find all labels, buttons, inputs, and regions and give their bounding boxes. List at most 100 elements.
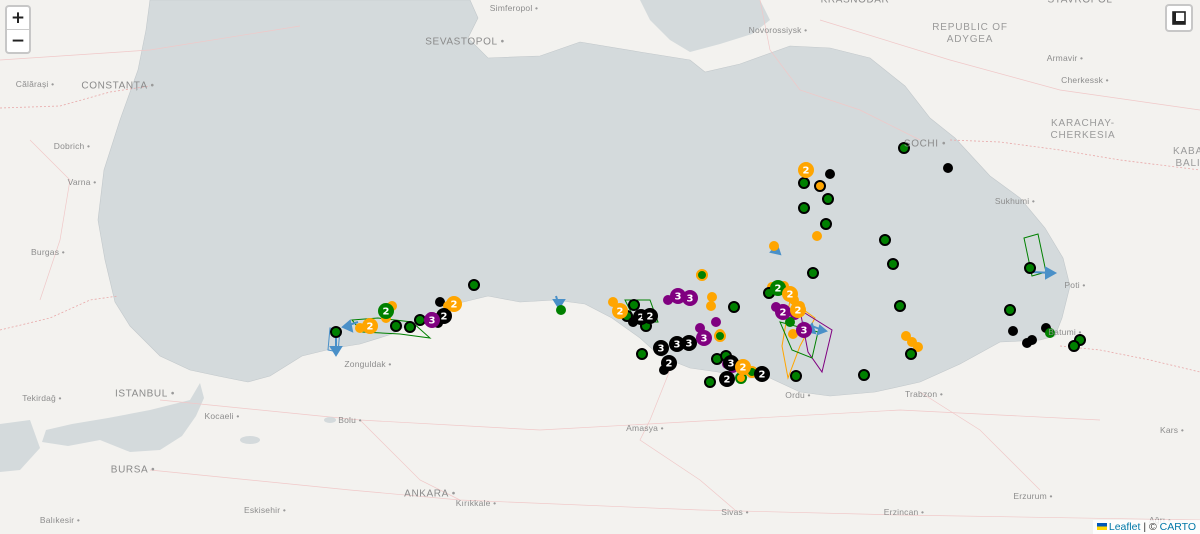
vessel-marker[interactable] <box>790 370 802 382</box>
map-container[interactable]: 2223223333322322222322232 Simferopol SEVA… <box>0 0 1200 534</box>
place-label: Călărași <box>16 79 55 89</box>
vessel-marker[interactable] <box>1068 340 1080 352</box>
cluster-count: 2 <box>383 307 390 318</box>
cluster-count: 3 <box>658 344 665 355</box>
vessel-marker[interactable] <box>905 348 917 360</box>
cluster-count: 2 <box>367 322 374 333</box>
cluster-marker[interactable]: 2 <box>378 303 394 319</box>
cluster-marker[interactable]: 2 <box>775 304 791 320</box>
place-label: Dobrich <box>54 141 90 151</box>
zoom-control: + − <box>5 5 31 54</box>
cluster-marker[interactable]: 3 <box>424 312 440 328</box>
place-label: CONSTANȚA <box>81 81 154 92</box>
vessel-marker[interactable] <box>858 369 870 381</box>
vessel-marker[interactable] <box>468 279 480 291</box>
place-label: Tekirdağ <box>22 393 61 403</box>
place-label: STAVROPOL <box>1047 0 1113 6</box>
ukraine-flag-icon <box>1096 523 1107 530</box>
cluster-marker[interactable]: 2 <box>735 359 751 375</box>
zoom-in-button[interactable]: + <box>7 7 29 29</box>
place-label: Kırıkkale <box>456 498 497 508</box>
lake-1 <box>240 436 260 444</box>
cluster-marker[interactable]: 3 <box>681 335 697 351</box>
vessel-marker[interactable] <box>769 241 779 251</box>
place-label: Simferopol <box>490 3 538 13</box>
place-label: SOCHI <box>904 139 946 150</box>
cluster-marker[interactable]: 2 <box>754 366 770 382</box>
vessel-marker[interactable] <box>1008 326 1018 336</box>
vessel-marker[interactable] <box>556 305 566 315</box>
place-label: Burgas <box>31 247 65 257</box>
vessel-marker[interactable] <box>879 234 891 246</box>
vessel-marker[interactable] <box>414 314 426 326</box>
cluster-count: 2 <box>647 312 654 323</box>
cluster-marker[interactable]: 2 <box>446 296 462 312</box>
vessel-marker[interactable] <box>628 299 640 311</box>
cluster-count: 3 <box>728 359 735 370</box>
attribution-separator: | © <box>1140 521 1160 533</box>
cluster-marker[interactable]: 2 <box>612 303 628 319</box>
vessel-marker[interactable] <box>711 317 721 327</box>
cluster-count: 2 <box>759 370 766 381</box>
place-label: Bolu <box>338 415 362 425</box>
leaflet-link[interactable]: Leaflet <box>1109 521 1141 533</box>
cluster-count: 3 <box>801 326 808 337</box>
vessel-marker[interactable] <box>943 163 953 173</box>
cluster-marker[interactable]: 3 <box>696 330 712 346</box>
vessel-marker[interactable] <box>706 301 716 311</box>
vessel-marker[interactable] <box>707 292 717 302</box>
vessel-marker[interactable] <box>825 169 835 179</box>
cluster-count: 2 <box>441 312 448 323</box>
region-label: KARACHAY- CHERKESIA <box>1050 118 1116 141</box>
vessel-marker[interactable] <box>1024 262 1036 274</box>
cluster-marker[interactable]: 2 <box>719 371 735 387</box>
region-label: REPUBLIC OF ADYGEA <box>932 22 1008 45</box>
vessel-marker[interactable] <box>390 320 402 332</box>
place-label: Kars <box>1160 425 1184 435</box>
vessel-marker[interactable] <box>822 193 834 205</box>
vessel-marker[interactable] <box>714 330 726 342</box>
vessel-marker[interactable] <box>894 300 906 312</box>
vessel-marker[interactable] <box>812 231 822 241</box>
carto-link[interactable]: CARTO <box>1160 521 1196 533</box>
vessel-marker[interactable] <box>330 326 342 338</box>
cluster-count: 2 <box>803 166 810 177</box>
cluster-marker[interactable]: 2 <box>642 308 658 324</box>
cluster-marker[interactable]: 2 <box>790 302 806 318</box>
place-label: Sivas <box>721 507 749 517</box>
vessel-marker[interactable] <box>404 321 416 333</box>
place-label: Erzurum <box>1013 491 1052 501</box>
cluster-marker[interactable]: 2 <box>782 286 798 302</box>
cluster-marker[interactable]: 2 <box>661 355 677 371</box>
vessel-marker[interactable] <box>807 267 819 279</box>
cluster-marker[interactable]: 2 <box>362 318 378 334</box>
place-label: Ordu <box>785 390 810 400</box>
vessel-marker[interactable] <box>798 202 810 214</box>
place-label: Zonguldak <box>344 359 391 369</box>
vessel-marker[interactable] <box>820 218 832 230</box>
vessel-marker[interactable] <box>728 301 740 313</box>
vessel-marker[interactable] <box>636 348 648 360</box>
vessel-marker[interactable] <box>696 269 708 281</box>
vessel-marker[interactable] <box>1004 304 1016 316</box>
layers-toggle-button[interactable] <box>1165 4 1193 32</box>
place-label: Eskisehir <box>244 505 286 515</box>
layers-icon <box>1172 11 1186 25</box>
vessel-marker[interactable] <box>814 180 826 192</box>
place-label: ISTANBUL <box>115 389 175 400</box>
vessel-marker[interactable] <box>704 376 716 388</box>
zoom-out-button[interactable]: − <box>7 29 29 52</box>
region-label: KABA BALI <box>1173 146 1200 169</box>
vessel-marker[interactable] <box>887 258 899 270</box>
place-label: Novorossiysk <box>749 25 808 35</box>
cluster-count: 3 <box>429 316 436 327</box>
place-label: Batumi <box>1048 327 1081 337</box>
place-label: Cherkessk <box>1061 75 1109 85</box>
cluster-count: 3 <box>687 294 694 305</box>
vessel-marker[interactable] <box>798 177 810 189</box>
cluster-marker[interactable]: 3 <box>796 322 812 338</box>
cluster-marker[interactable]: 3 <box>653 340 669 356</box>
cluster-marker[interactable]: 3 <box>682 290 698 306</box>
cluster-marker[interactable]: 2 <box>798 162 814 178</box>
vessel-marker[interactable] <box>1022 338 1032 348</box>
